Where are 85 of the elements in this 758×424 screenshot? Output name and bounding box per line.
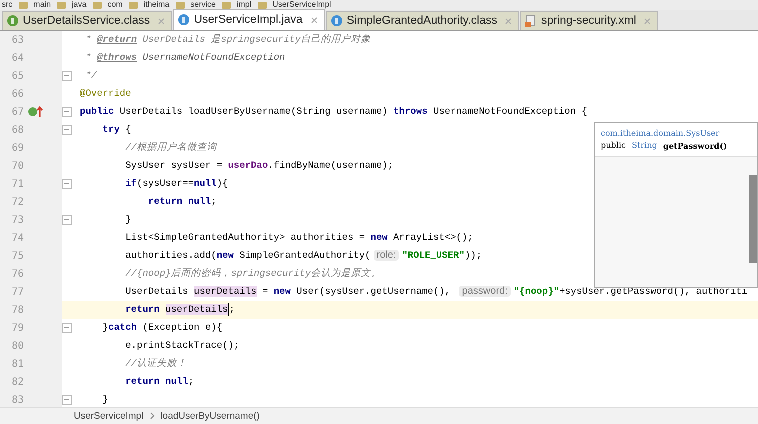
line-number: 75 — [10, 250, 24, 262]
file-tab[interactable]: SimpleGrantedAuthority.class — [326, 11, 520, 30]
close-icon[interactable] — [158, 18, 166, 24]
code-line: return null; — [124, 375, 194, 389]
folder-icon — [222, 2, 231, 8]
code-line: if(sysUser==null){ — [124, 177, 228, 191]
line-number: 71 — [10, 178, 24, 190]
code-line: * @return UserDetails 是springsecurity自己的用户对象 — [84, 33, 371, 47]
folder-icon — [18, 2, 28, 8]
line-number: 70 — [10, 160, 24, 172]
code-line: try { — [102, 123, 132, 137]
line-number: 83 — [10, 394, 24, 406]
folder-icon — [128, 2, 138, 8]
xml-file-icon — [525, 15, 538, 27]
code-line: //{noop}后面的密码，springsecurity会认为是原文。 — [124, 267, 382, 281]
code-line: @Override — [80, 87, 132, 101]
line-number: 66 — [10, 88, 24, 100]
fold-marker-icon[interactable] — [62, 395, 72, 405]
breadcrumb-item[interactable]: java — [72, 0, 87, 10]
breadcrumb-item[interactable]: UserServiceImpl — [74, 410, 144, 422]
line-number: 72 — [10, 196, 24, 208]
interface-icon — [7, 15, 19, 27]
folder-icon — [258, 2, 267, 8]
code-line: SysUser sysUser = userDao.findByName(username); — [124, 159, 394, 173]
code-line: return userDetails; — [124, 302, 235, 318]
line-number: 69 — [10, 142, 24, 154]
fold-marker-icon[interactable] — [62, 71, 72, 81]
fold-marker-icon[interactable] — [62, 215, 72, 225]
method-modifier: public — [601, 141, 626, 151]
code-line: //认证失败！ — [124, 357, 188, 371]
breadcrumb-item[interactable]: UserServiceImpl — [272, 0, 332, 10]
folder-icon — [176, 2, 185, 8]
return-type: String — [632, 141, 658, 151]
fold-marker-icon[interactable] — [62, 323, 72, 333]
code-line: UserDetails userDetails = new User(sysUser.getUsername(), password: "{noop}"+sysUser.getPassword(), authoriti — [124, 285, 748, 299]
line-number: 79 — [10, 322, 24, 334]
breadcrumb-item[interactable]: service — [190, 0, 216, 10]
class-path: com.itheima.domain.SysUser — [601, 129, 721, 138]
file-tab[interactable]: UserDetailsService.class — [2, 11, 172, 30]
class-icon — [330, 15, 343, 27]
chevron-icon — [150, 412, 155, 420]
breadcrumb-item[interactable]: itheima — [144, 0, 170, 10]
close-icon[interactable] — [310, 16, 318, 24]
code-line: return null; — [147, 195, 217, 209]
line-number: 76 — [10, 268, 24, 280]
code-line: public UserDetails loadUserByUsername(String username) throws UsernameNotFoundException { — [80, 105, 588, 119]
line-number: 67 — [10, 106, 24, 118]
code-line: */ — [84, 69, 98, 83]
line-number: 68 — [10, 124, 24, 136]
code-line: //根据用户名做查询 — [124, 141, 218, 155]
line-number: 82 — [10, 376, 24, 388]
breadcrumb-item[interactable]: loadUserByUsername() — [160, 410, 260, 422]
fold-marker-icon[interactable] — [62, 107, 72, 117]
close-icon[interactable] — [505, 18, 512, 24]
breadcrumb-item[interactable]: main — [34, 0, 52, 10]
code-line: } — [102, 393, 109, 407]
line-number: 80 — [10, 340, 24, 352]
class-icon — [178, 14, 190, 26]
file-tab[interactable]: UserServiceImpl.java — [173, 9, 325, 30]
close-icon[interactable] — [644, 18, 652, 24]
line-number: 73 — [10, 214, 24, 226]
folder-icon — [92, 2, 102, 8]
fold-marker-icon[interactable] — [62, 125, 72, 135]
code-line: e.printStackTrace(); — [124, 339, 240, 353]
code-line: }catch (Exception e){ — [102, 321, 223, 335]
line-number: 64 — [10, 52, 24, 64]
breadcrumb-item[interactable]: src — [2, 0, 13, 10]
code-line: authorities.add(new SimpleGrantedAuthority( role: "ROLE_USER")); — [124, 249, 482, 263]
code-line: List<SimpleGrantedAuthority> authorities = new ArrayList<>(); — [124, 231, 474, 245]
line-number: 77 — [10, 286, 24, 298]
code-line: } — [124, 213, 132, 227]
code-line: * @throws UsernameNotFoundException — [84, 51, 286, 65]
line-number: 74 — [10, 232, 24, 244]
file-tab[interactable]: spring-security.xml — [520, 11, 658, 30]
breadcrumb-item[interactable]: impl — [236, 0, 252, 10]
folder-icon — [57, 2, 66, 8]
breadcrumb-item[interactable]: com — [108, 0, 123, 10]
line-number: 65 — [10, 70, 24, 82]
line-number: 78 — [10, 304, 24, 316]
line-number: 81 — [10, 358, 24, 370]
line-number: 63 — [10, 34, 24, 46]
method-name: getPassword() — [663, 141, 728, 151]
scrollbar-thumb[interactable] — [749, 175, 757, 263]
override-method-icon[interactable] — [28, 106, 44, 118]
fold-marker-icon[interactable] — [62, 179, 72, 189]
